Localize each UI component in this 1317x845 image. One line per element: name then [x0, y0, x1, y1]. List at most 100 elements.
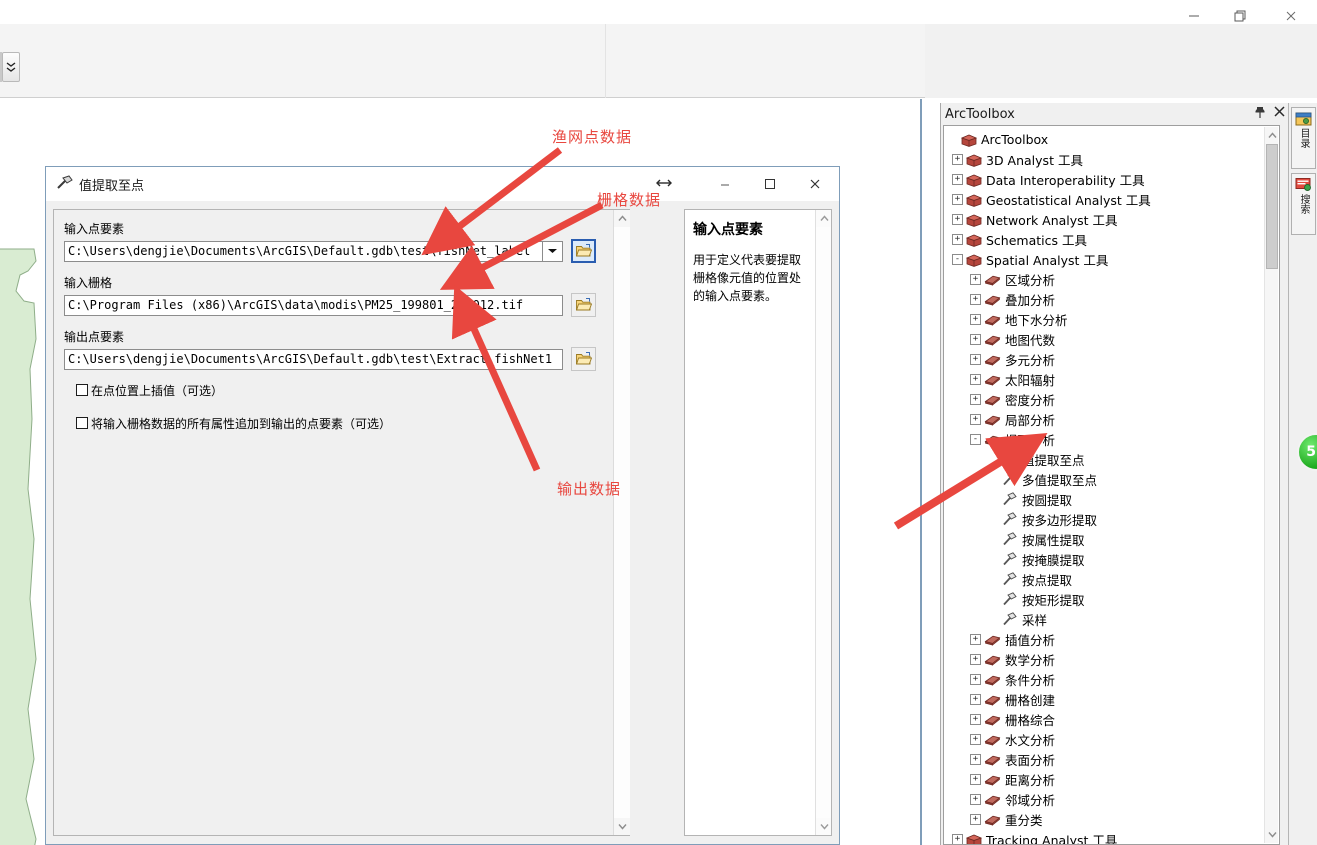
tree-node[interactable]: + Tracking Analyst 工具 — [944, 829, 1279, 844]
arctoolbox-close-button[interactable] — [1274, 105, 1285, 120]
tree-expander[interactable]: + — [970, 353, 981, 365]
tree-expander[interactable]: - — [952, 253, 963, 265]
tree-expander[interactable]: + — [970, 733, 981, 745]
tree-expander[interactable]: + — [970, 273, 981, 285]
tree-expander[interactable]: + — [970, 713, 981, 725]
append-attributes-checkbox[interactable] — [76, 417, 88, 429]
tree-expander[interactable]: + — [952, 153, 963, 165]
tree-expander[interactable]: + — [970, 813, 981, 825]
tree-node[interactable]: + 密度分析 — [944, 389, 1279, 409]
arctoolbox-tree[interactable]: ArcToolbox +3D Analyst 工具 + Data Interopera… — [943, 125, 1280, 845]
tree-expander[interactable]: + — [970, 393, 981, 405]
tree-node[interactable]: + 邻域分析 — [944, 789, 1279, 809]
tree-node[interactable]: + 叠加分析 — [944, 289, 1279, 309]
tree-node[interactable]: + 栅格综合 — [944, 709, 1279, 729]
interpolate-checkbox[interactable] — [76, 384, 88, 396]
output-point-features-browse-button[interactable] — [571, 347, 596, 371]
tree-node[interactable]: + 重分类 — [944, 809, 1279, 829]
tree-node[interactable]: 多值提取至点 — [944, 469, 1279, 489]
tree-node[interactable]: 按圆提取 — [944, 489, 1279, 509]
tree-node[interactable]: + 距离分析 — [944, 769, 1279, 789]
tree-expander[interactable]: + — [970, 773, 981, 785]
input-raster-browse-button[interactable] — [571, 293, 596, 317]
tree-node[interactable]: ArcToolbox — [944, 129, 1279, 149]
tree-node[interactable]: 按点提取 — [944, 569, 1279, 589]
tree-expander[interactable]: + — [970, 333, 981, 345]
tree-expander[interactable]: + — [970, 653, 981, 665]
arctoolbox-scroll-down-button[interactable] — [1265, 826, 1279, 843]
dialog-maximize-button[interactable] — [747, 169, 792, 199]
tree-node[interactable]: + 区域分析 — [944, 269, 1279, 289]
tree-node[interactable]: + 表面分析 — [944, 749, 1279, 769]
tree-node[interactable]: + 条件分析 — [944, 669, 1279, 689]
tree-expander[interactable]: + — [970, 693, 981, 705]
tree-node[interactable]: + 太阳辐射 — [944, 369, 1279, 389]
tree-node[interactable]: + Geostatistical Analyst 工具 — [944, 189, 1279, 209]
parameters-scrollbar[interactable] — [613, 210, 630, 835]
tree-expander[interactable]: + — [952, 233, 963, 245]
arctoolbox-scroll-up-button[interactable] — [1265, 127, 1279, 144]
tree-node[interactable]: 按属性提取 — [944, 529, 1279, 549]
dialog-titlebar[interactable]: 值提取至点 — [46, 167, 839, 201]
tree-node[interactable]: 按掩膜提取 — [944, 549, 1279, 569]
tree-node[interactable]: 按矩形提取 — [944, 589, 1279, 609]
arctoolbox-scrollbar[interactable] — [1264, 127, 1278, 843]
help-scrollbar-track[interactable] — [816, 227, 831, 818]
tree-expander[interactable]: - — [970, 433, 981, 445]
tree-node[interactable]: +3D Analyst 工具 — [944, 149, 1279, 169]
help-scroll-down-button[interactable] — [816, 818, 832, 835]
pin-icon[interactable] — [1254, 106, 1266, 122]
tree-expander[interactable]: + — [970, 373, 981, 385]
append-attributes-checkbox-label: 将输入栅格数据的所有属性追加到输出的点要素（可选） — [91, 417, 392, 431]
tree-expander[interactable]: + — [952, 173, 963, 185]
input-point-features-dropdown-button[interactable] — [542, 240, 563, 262]
tree-expander[interactable]: + — [970, 413, 981, 425]
dialog-close-button[interactable] — [792, 169, 837, 199]
tree-node[interactable]: - 提取分析 — [944, 429, 1279, 449]
tree-expander[interactable]: + — [952, 833, 963, 844]
tree-node[interactable]: + 栅格创建 — [944, 689, 1279, 709]
tree-node[interactable]: + Network Analyst 工具 — [944, 209, 1279, 229]
output-point-features-field[interactable]: C:\Users\dengjie\Documents\ArcGIS\Defaul… — [64, 348, 563, 370]
parameters-scroll-down-button[interactable] — [614, 818, 631, 835]
parameters-scrollbar-track[interactable] — [614, 227, 630, 818]
tree-node[interactable]: + 局部分析 — [944, 409, 1279, 429]
tree-expander[interactable]: + — [970, 633, 981, 645]
toolset-icon — [984, 673, 1001, 686]
help-scrollbar[interactable] — [815, 210, 831, 835]
tree-node[interactable]: + 水文分析 — [944, 729, 1279, 749]
arctoolbox-scrollbar-thumb[interactable] — [1266, 144, 1278, 269]
checkbox-row-interpolate[interactable]: 在点位置上插值（可选） — [76, 382, 604, 399]
dialog-minimize-button[interactable] — [702, 169, 747, 199]
dock-tab-search[interactable]: 搜索 — [1291, 173, 1316, 235]
tree-node[interactable]: - Spatial Analyst 工具 — [944, 249, 1279, 269]
tree-node[interactable]: + 多元分析 — [944, 349, 1279, 369]
input-raster-field[interactable]: C:\Program Files (x86)\ArcGIS\data\modis… — [64, 294, 563, 316]
input-point-features-field[interactable]: C:\Users\dengjie\Documents\ArcGIS\Defaul… — [64, 240, 542, 262]
parameters-scroll-up-button[interactable] — [614, 210, 631, 227]
tree-expander[interactable]: + — [952, 213, 963, 225]
help-scroll-up-button[interactable] — [816, 210, 832, 227]
tree-expander[interactable]: + — [952, 193, 963, 205]
checkbox-row-append-attributes[interactable]: 将输入栅格数据的所有属性追加到输出的点要素（可选） — [76, 415, 604, 432]
tree-node-label: 条件分析 — [1005, 672, 1056, 688]
tree-node-label: 水文分析 — [1005, 732, 1056, 748]
tree-node[interactable]: + 数学分析 — [944, 649, 1279, 669]
tree-node[interactable]: 值提取至点 — [944, 449, 1279, 469]
tree-node[interactable]: 按多边形提取 — [944, 509, 1279, 529]
tree-expander[interactable]: + — [970, 673, 981, 685]
tree-node[interactable]: + 地下水分析 — [944, 309, 1279, 329]
tree-expander[interactable]: + — [970, 293, 981, 305]
toolbar-overflow-button[interactable] — [2, 52, 20, 82]
tree-node[interactable]: + 插值分析 — [944, 629, 1279, 649]
tree-expander[interactable]: + — [970, 313, 981, 325]
dock-tab-catalog[interactable]: 目录 — [1291, 107, 1316, 169]
tree-expander[interactable]: + — [970, 793, 981, 805]
tree-node[interactable]: + 地图代数 — [944, 329, 1279, 349]
tree-node[interactable]: + Schematics 工具 — [944, 229, 1279, 249]
dialog-splitter[interactable] — [630, 209, 684, 836]
tree-node[interactable]: + Data Interoperability 工具 — [944, 169, 1279, 189]
tree-expander[interactable]: + — [970, 753, 981, 765]
tree-node[interactable]: 采样 — [944, 609, 1279, 629]
input-point-features-browse-button[interactable] — [571, 239, 596, 263]
